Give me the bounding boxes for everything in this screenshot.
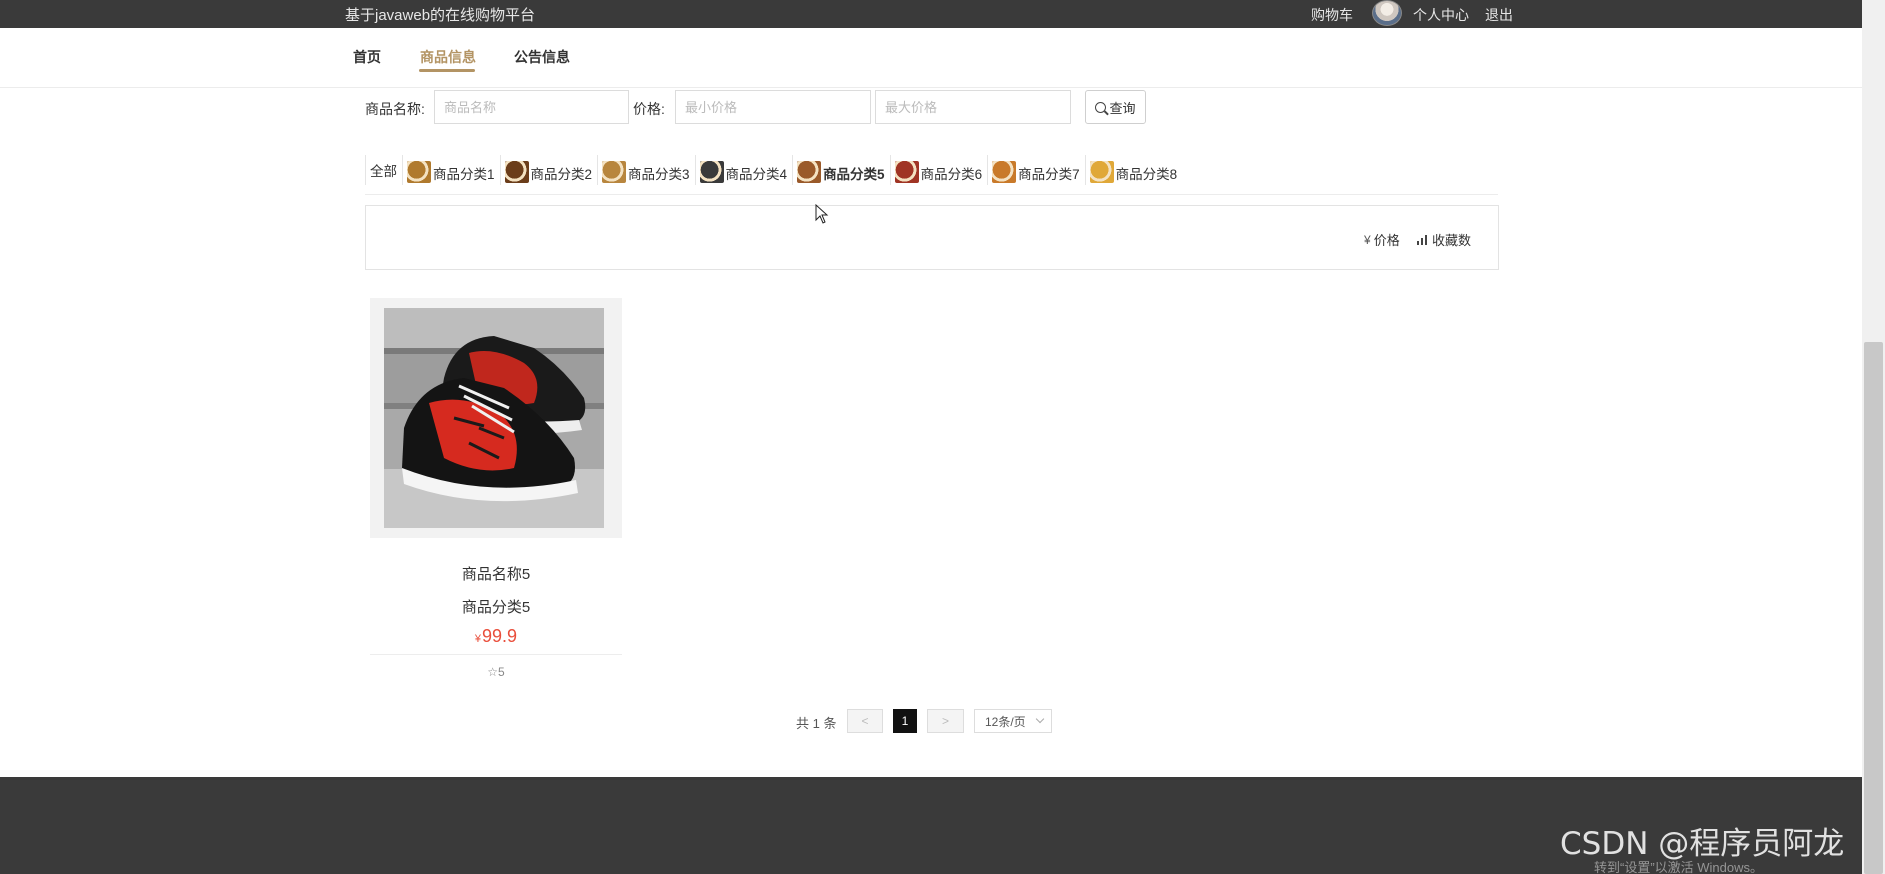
windows-activation-notice: 转到“设置”以激活 Windows。 [1594,860,1764,874]
category-label: 商品分类5 [823,167,885,182]
category-all-label: 全部 [370,164,397,179]
product-name-input[interactable] [434,90,629,124]
min-price-input[interactable] [675,90,871,124]
product-name[interactable]: 商品名称5 [370,563,622,584]
yen-icon: ¥ [1364,232,1371,247]
sneaker-image [384,308,604,528]
scrollbar-thumb[interactable] [1864,342,1883,874]
main-nav: 首页 商品信息 公告信息 [0,28,1862,88]
pagination-total: 共 1 条 [796,716,837,731]
nav-home[interactable]: 首页 [353,47,381,67]
category-thumb [992,161,1017,183]
category-item[interactable]: 商品分类3 [597,155,695,185]
search-button[interactable]: 查询 [1085,90,1146,124]
category-thumb [1089,161,1114,183]
category-all[interactable]: 全部 [365,155,402,185]
category-label: 商品分类8 [1115,167,1178,182]
category-divider [365,194,1498,195]
nav-announcements[interactable]: 公告信息 [514,47,570,67]
next-page-button[interactable]: > [927,709,964,733]
chevron-down-icon [1035,714,1045,724]
category-item[interactable]: 商品分类7 [987,155,1085,185]
mouse-cursor-icon [815,204,829,224]
category-thumb [407,161,431,183]
star-outline-icon: ☆ [487,665,499,679]
currency-symbol: ¥ [474,633,482,645]
category-item[interactable]: 商品分类8 [1084,155,1183,185]
sort-price-label: 价格 [1373,233,1400,248]
avatar[interactable] [1372,0,1402,26]
site-title: 基于javaweb的在线购物平台 [345,7,536,24]
sort-by-favorites[interactable]: 收藏数 [1417,230,1471,249]
page-size-value: 12条/页 [985,714,1026,729]
category-thumb [699,161,724,183]
favorites-count[interactable]: ☆5 [370,665,622,679]
search-button-label: 查询 [1109,100,1136,116]
price-value: 99.9 [482,626,518,646]
category-label: 商品分类3 [628,167,690,182]
nav-active-indicator [419,69,475,72]
category-item[interactable]: 商品分类6 [889,155,988,185]
page-size-select[interactable]: 12条/页 [974,709,1052,733]
search-icon [1095,101,1107,113]
logout-link[interactable]: 退出 [1485,5,1513,25]
sort-bar: ¥ 价格 收藏数 [365,205,1499,270]
category-thumb [602,161,627,183]
profile-link[interactable]: 个人中心 [1413,5,1469,25]
product-category: 商品分类5 [461,599,531,616]
category-label: 商品分类2 [530,167,593,182]
favorites-value: 5 [498,665,505,679]
card-divider [370,654,622,655]
max-price-input[interactable] [875,90,1071,124]
category-thumb [504,161,529,183]
category-label: 商品分类4 [725,167,788,182]
category-thumb [894,161,919,183]
category-item[interactable]: 商品分类4 [694,155,793,185]
sort-by-price[interactable]: ¥ 价格 [1364,230,1400,249]
product-card[interactable]: 商品名称5 商品分类5 ¥99.9 ☆5 [370,298,622,679]
top-bar: 基于javaweb的在线购物平台 购物车 个人中心 退出 [0,0,1862,28]
category-item[interactable]: 商品分类1 [402,155,500,185]
nav-products[interactable]: 商品信息 [420,47,476,67]
page-number-current[interactable]: 1 [893,709,917,733]
product-image-frame[interactable] [370,298,622,538]
category-item[interactable]: 商品分类2 [499,155,598,185]
product-price: ¥99.9 [370,626,622,647]
category-label: 商品分类1 [433,167,495,182]
category-item-active[interactable]: 商品分类5 [792,155,890,185]
price-label: 价格: [633,101,665,117]
cart-link[interactable]: 购物车 [1311,5,1353,25]
category-label: 商品分类7 [1018,167,1080,182]
category-filter: 全部 商品分类1 商品分类2 商品分类3 商品分类4 商品分类5 商品分类6 商… [365,155,1182,185]
product-name-label: 商品名称: [365,101,425,117]
sort-favorites-label: 收藏数 [1432,233,1472,248]
prev-page-button[interactable]: < [847,709,883,733]
category-label: 商品分类6 [920,167,983,182]
category-thumb [797,161,822,183]
bar-chart-icon [1417,234,1429,245]
product-image [384,308,604,528]
